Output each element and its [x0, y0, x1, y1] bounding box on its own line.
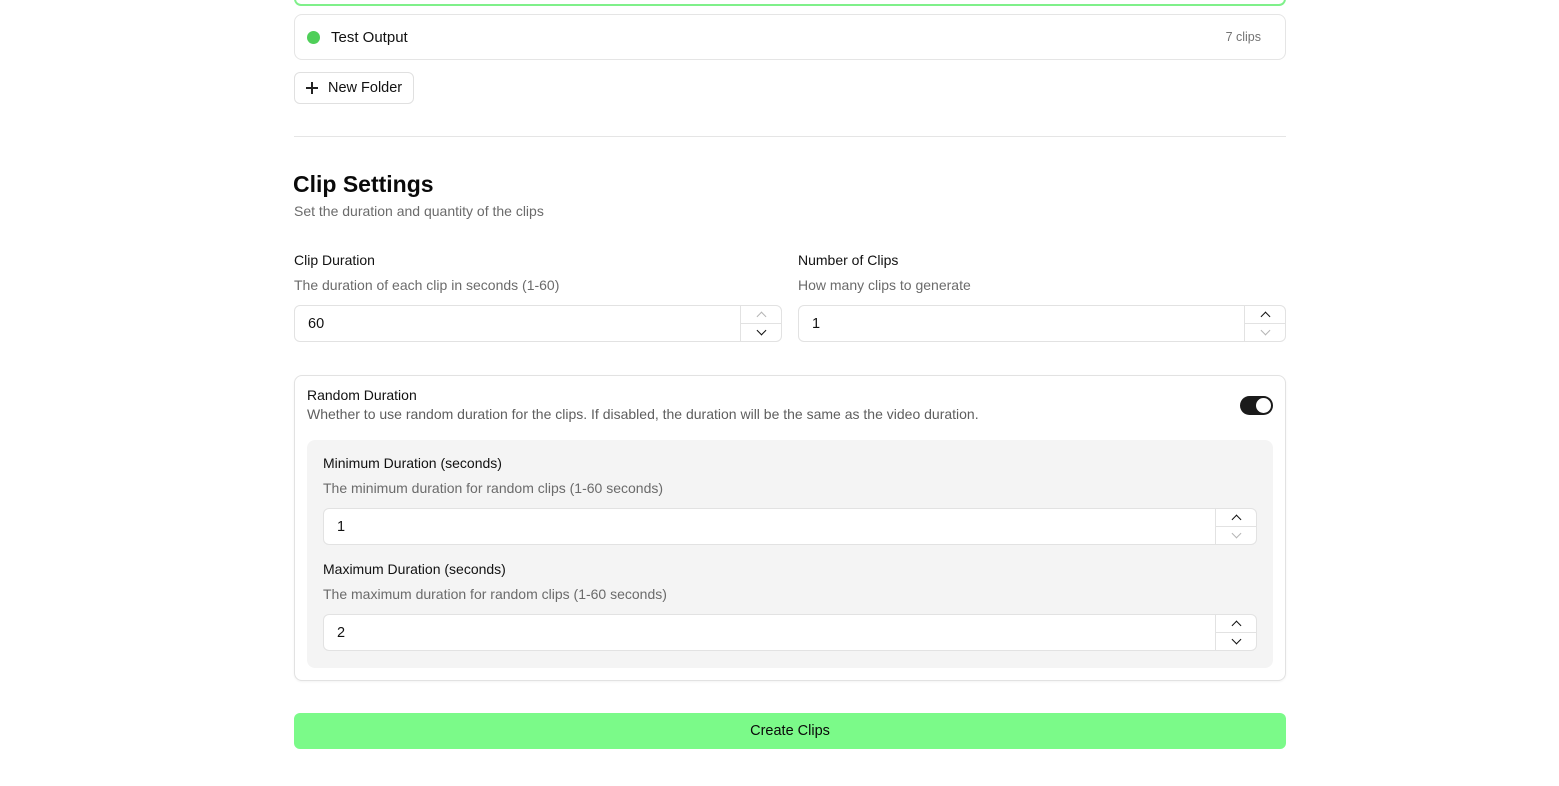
decrement-button[interactable] — [1216, 632, 1256, 650]
section-divider — [294, 136, 1286, 137]
min-duration-help: The minimum duration for random clips (1… — [323, 480, 664, 496]
clip-duration-value[interactable]: 60 — [295, 306, 740, 341]
min-duration-input[interactable]: 1 — [323, 508, 1257, 545]
plus-icon — [306, 82, 318, 94]
decrement-button[interactable] — [1216, 526, 1256, 544]
status-dot-icon — [307, 30, 320, 44]
number-of-clips-stepper — [1244, 306, 1285, 341]
max-duration-help: The maximum duration for random clips (1… — [323, 586, 667, 602]
chevron-up-icon — [1260, 311, 1270, 322]
clip-duration-stepper — [740, 306, 781, 341]
number-of-clips-value[interactable]: 1 — [799, 306, 1244, 341]
clip-duration-help: The duration of each clip in seconds (1-… — [294, 277, 560, 293]
max-duration-value[interactable]: 2 — [324, 615, 1215, 650]
min-duration-label: Minimum Duration (seconds) — [323, 455, 502, 471]
increment-button[interactable] — [1216, 509, 1256, 526]
folder-name: Test Output — [331, 28, 408, 46]
clip-duration-label: Clip Duration — [294, 252, 375, 268]
max-duration-label: Maximum Duration (seconds) — [323, 561, 506, 577]
chevron-down-icon — [756, 325, 766, 336]
max-duration-stepper — [1215, 615, 1256, 650]
min-duration-value[interactable]: 1 — [324, 509, 1215, 544]
create-clips-button[interactable]: Create Clips — [294, 713, 1286, 749]
decrement-button[interactable] — [741, 323, 781, 341]
section-title: Clip Settings — [293, 171, 434, 197]
chevron-up-icon — [756, 311, 766, 322]
clip-duration-input[interactable]: 60 — [294, 305, 782, 342]
increment-button[interactable] — [741, 306, 781, 323]
folder-clip-count: 7 clips — [1225, 30, 1261, 44]
min-duration-stepper — [1215, 509, 1256, 544]
number-of-clips-label: Number of Clips — [798, 252, 899, 268]
random-duration-label: Random Duration — [307, 387, 417, 403]
chevron-down-icon — [1231, 634, 1241, 645]
number-of-clips-help: How many clips to generate — [798, 277, 971, 293]
random-duration-description: Whether to use random duration for the c… — [307, 406, 979, 422]
chevron-down-icon — [1231, 528, 1241, 539]
folder-row-selected[interactable] — [294, 0, 1286, 6]
max-duration-input[interactable]: 2 — [323, 614, 1257, 651]
chevron-up-icon — [1231, 620, 1241, 631]
random-duration-toggle[interactable] — [1240, 396, 1273, 415]
increment-button[interactable] — [1245, 306, 1285, 323]
folder-row[interactable]: Test Output 7 clips — [294, 14, 1286, 60]
chevron-up-icon — [1231, 514, 1241, 525]
new-folder-label: New Folder — [328, 80, 403, 96]
decrement-button[interactable] — [1245, 323, 1285, 341]
toggle-knob — [1256, 398, 1271, 413]
section-description: Set the duration and quantity of the cli… — [294, 203, 544, 219]
increment-button[interactable] — [1216, 615, 1256, 632]
chevron-down-icon — [1260, 325, 1270, 336]
number-of-clips-input[interactable]: 1 — [798, 305, 1286, 342]
new-folder-button[interactable]: New Folder — [294, 72, 414, 104]
